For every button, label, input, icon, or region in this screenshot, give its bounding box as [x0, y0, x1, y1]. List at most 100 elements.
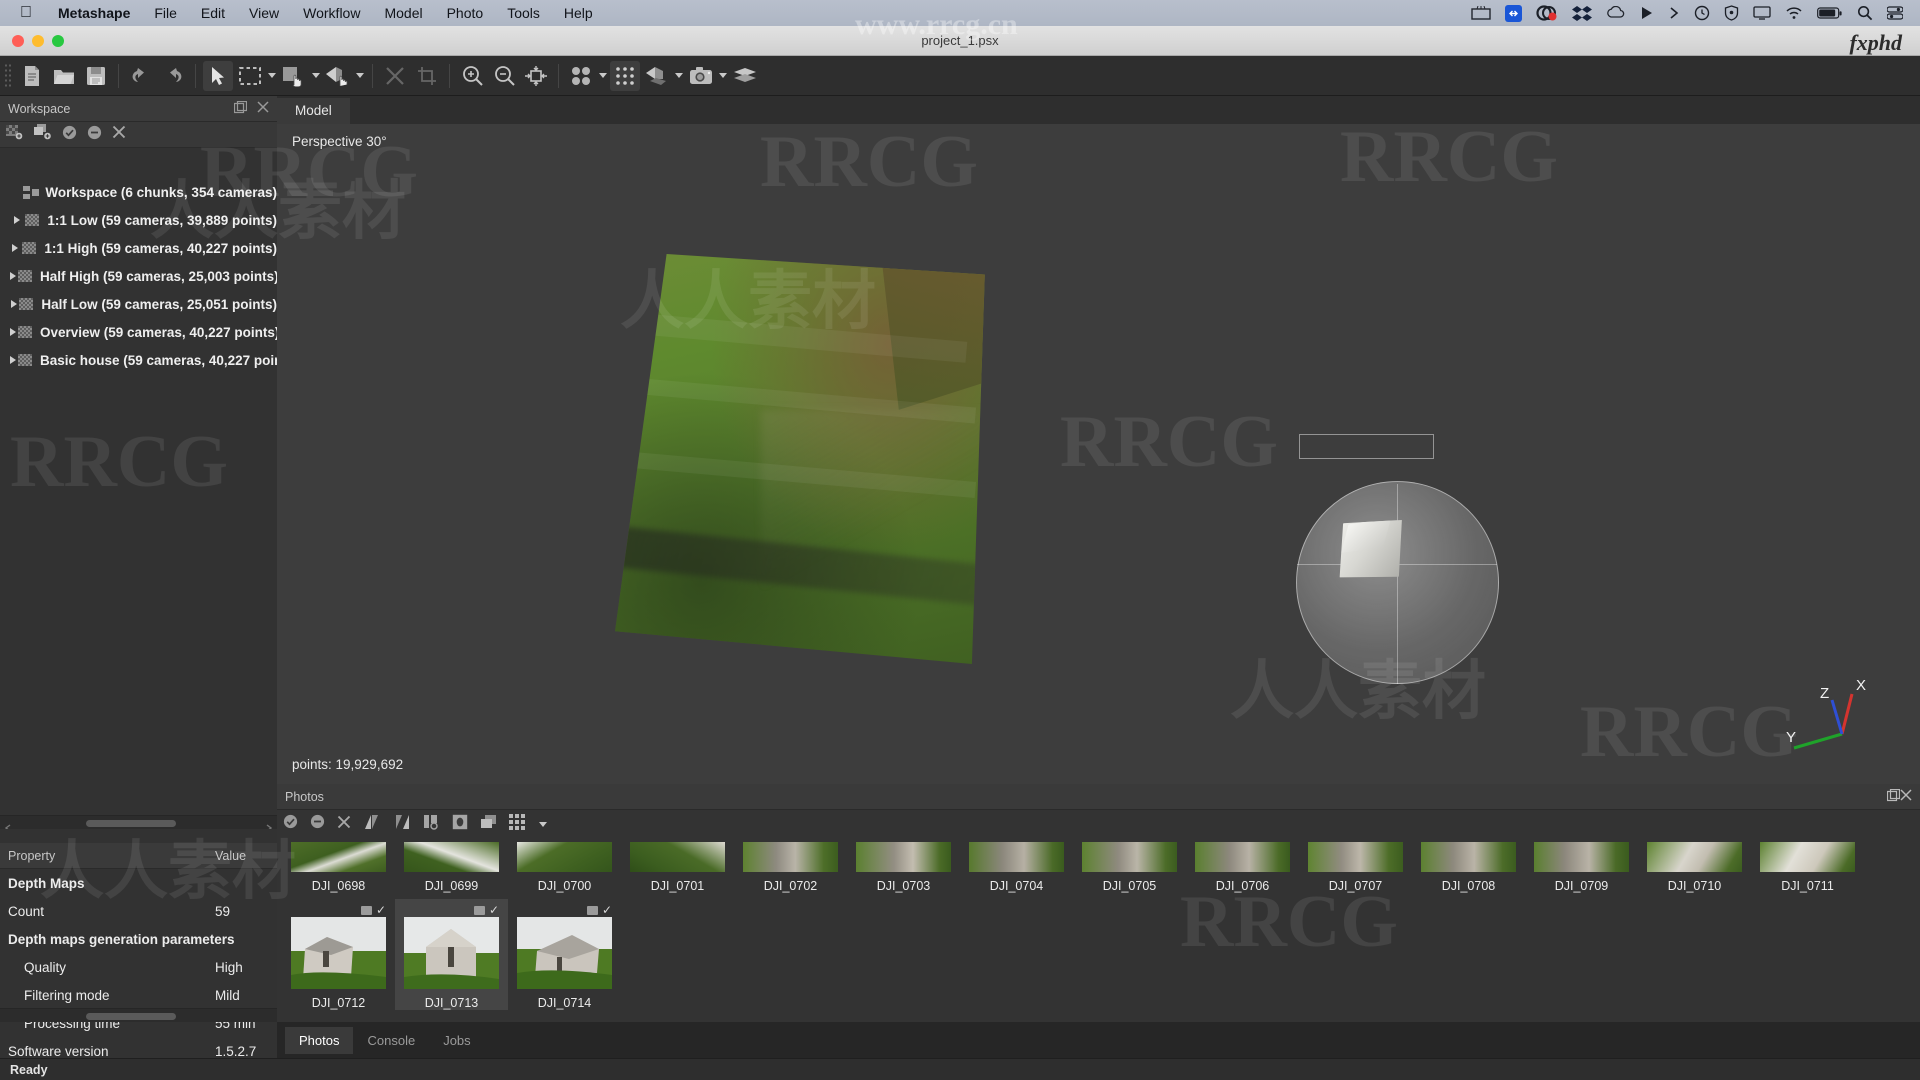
camera-view-button[interactable]	[686, 61, 716, 91]
cloud-icon[interactable]	[1606, 6, 1626, 20]
photo-item[interactable]: DJI_0699	[395, 838, 508, 893]
photo-item[interactable]: DJI_0698	[282, 838, 395, 893]
control-center-icon[interactable]	[1887, 6, 1903, 20]
rotate-object-button[interactable]	[323, 61, 353, 91]
photo-item[interactable]: DJI_0704	[960, 838, 1073, 893]
point-cloud-dropdown[interactable]	[597, 61, 609, 91]
photo-item[interactable]: DJI_0701	[621, 838, 734, 893]
tree-item-chunk-1-1-high[interactable]: 1:1 High (59 cameras, 40,227 points)	[0, 234, 277, 262]
display-icon[interactable]	[1753, 6, 1771, 20]
properties-horizontal-scrollbar[interactable]	[0, 1008, 277, 1022]
undo-button[interactable]	[126, 61, 156, 91]
expand-arrow-icon[interactable]	[10, 356, 16, 364]
tab-console[interactable]: Console	[353, 1027, 429, 1054]
disable-cameras-icon[interactable]	[310, 814, 325, 834]
shield-icon[interactable]	[1724, 5, 1739, 21]
bluetooth-icon[interactable]	[1505, 4, 1522, 22]
enable-cameras-icon[interactable]	[283, 814, 298, 834]
move-object-dropdown[interactable]	[310, 61, 322, 91]
battery-icon[interactable]	[1817, 6, 1843, 20]
tree-item-chunk-overview[interactable]: Overview (59 cameras, 40,227 points)	[0, 318, 277, 346]
axis-gizmo[interactable]: X Y Z	[1784, 672, 1884, 762]
property-row-count[interactable]: Count 59	[0, 897, 277, 925]
close-pane-icon[interactable]	[1900, 789, 1912, 804]
float-pane-icon[interactable]	[233, 100, 248, 117]
photo-item[interactable]: DJI_0703	[847, 838, 960, 893]
photo-item[interactable]: DJI_0702	[734, 838, 847, 893]
float-pane-icon[interactable]	[1886, 788, 1901, 805]
redo-button[interactable]	[158, 61, 188, 91]
region-bounding-box[interactable]	[1299, 434, 1434, 459]
menu-item-model[interactable]: Model	[372, 0, 434, 26]
add-chunk-icon[interactable]	[6, 124, 24, 145]
camera-calibration-icon[interactable]	[423, 814, 440, 835]
photo-item[interactable]: DJI_0710	[1638, 838, 1751, 893]
photo-item[interactable]: DJI_0706	[1186, 838, 1299, 893]
property-row-generation-parameters[interactable]: Depth maps generation parameters	[0, 925, 277, 953]
reset-image-icon[interactable]	[452, 814, 468, 835]
dense-cloud-view-button[interactable]	[610, 60, 640, 91]
move-object-button[interactable]	[279, 61, 309, 91]
menu-item-workflow[interactable]: Workflow	[291, 0, 372, 26]
photo-item[interactable]: DJI_0708	[1412, 838, 1525, 893]
search-icon[interactable]	[1857, 5, 1873, 21]
clock-icon[interactable]	[1694, 5, 1710, 21]
dropbox-icon[interactable]	[1572, 5, 1592, 21]
expand-arrow-icon[interactable]	[10, 272, 16, 280]
workspace-horizontal-scrollbar[interactable]	[0, 815, 277, 829]
crop-selection-button[interactable]	[412, 61, 442, 91]
menu-item-edit[interactable]: Edit	[189, 0, 237, 26]
photo-item[interactable]: ✓ DJI_0714	[508, 899, 621, 1010]
zoom-in-button[interactable]	[457, 61, 487, 91]
photo-item[interactable]: DJI_0709	[1525, 838, 1638, 893]
toolbar-grip[interactable]	[4, 62, 12, 89]
model-viewport[interactable]: Perspective 30° points: 19,929,692 X Y Z	[277, 124, 1920, 784]
recording-icon[interactable]	[1536, 5, 1558, 21]
property-row-quality[interactable]: Quality High	[0, 953, 277, 981]
expand-arrow-icon[interactable]	[10, 244, 20, 252]
expand-arrow-icon[interactable]	[10, 300, 17, 308]
photo-item[interactable]: DJI_0711	[1751, 838, 1864, 893]
menu-item-photo[interactable]: Photo	[435, 0, 496, 26]
workspace-tree[interactable]: Workspace (6 chunks, 354 cameras) 1:1 Lo…	[0, 174, 277, 829]
disable-icon[interactable]	[87, 125, 102, 145]
apple-icon[interactable]: 	[20, 5, 32, 21]
remove-icon[interactable]	[112, 125, 126, 144]
scrollbar-thumb[interactable]	[86, 1013, 176, 1020]
shaded-model-button[interactable]	[642, 61, 672, 91]
menu-item-file[interactable]: File	[142, 0, 189, 26]
expand-arrow-icon[interactable]	[10, 328, 16, 336]
rotate-left-icon[interactable]	[363, 814, 381, 835]
rectangle-selection-dropdown[interactable]	[266, 61, 278, 91]
tree-root-workspace[interactable]: Workspace (6 chunks, 354 cameras)	[0, 178, 277, 206]
point-cloud-view-button[interactable]	[566, 61, 596, 91]
navigate-tool-button[interactable]	[203, 60, 233, 91]
screen-icon[interactable]	[1471, 5, 1491, 21]
photo-item[interactable]: DJI_0700	[508, 838, 621, 893]
shaded-model-dropdown[interactable]	[673, 61, 685, 91]
rotate-object-dropdown[interactable]	[354, 61, 366, 91]
add-frame-icon[interactable]	[34, 124, 52, 145]
scrollbar-thumb[interactable]	[86, 820, 176, 827]
photo-enabled-checkmark-icon[interactable]: ✓	[376, 904, 386, 916]
reset-view-button[interactable]	[521, 61, 551, 91]
tree-item-chunk-1-1-low[interactable]: 1:1 Low (59 cameras, 39,889 points)	[0, 206, 277, 234]
property-row-depth-maps[interactable]: Depth Maps	[0, 869, 277, 897]
photo-item[interactable]: DJI_0707	[1299, 838, 1412, 893]
tab-model[interactable]: Model	[277, 98, 350, 124]
save-project-button[interactable]	[81, 61, 111, 91]
tree-item-chunk-half-low[interactable]: Half Low (59 cameras, 25,051 points)	[0, 290, 277, 318]
tree-item-chunk-half-high[interactable]: Half High (59 cameras, 25,003 points)	[0, 262, 277, 290]
photo-item[interactable]: ✓ DJI_0712	[282, 899, 395, 1010]
chevron-right-icon[interactable]	[1668, 6, 1680, 20]
tab-jobs[interactable]: Jobs	[429, 1027, 484, 1054]
thumbnail-size-dropdown[interactable]	[537, 809, 549, 839]
enable-icon[interactable]	[62, 125, 77, 145]
scroll-left-icon[interactable]	[4, 819, 12, 829]
menu-item-help[interactable]: Help	[552, 0, 605, 26]
new-project-button[interactable]	[17, 61, 47, 91]
remove-cameras-icon[interactable]	[337, 815, 351, 834]
thumbnail-size-icon[interactable]	[509, 813, 525, 835]
open-project-button[interactable]	[49, 61, 79, 91]
wifi-icon[interactable]	[1785, 6, 1803, 20]
